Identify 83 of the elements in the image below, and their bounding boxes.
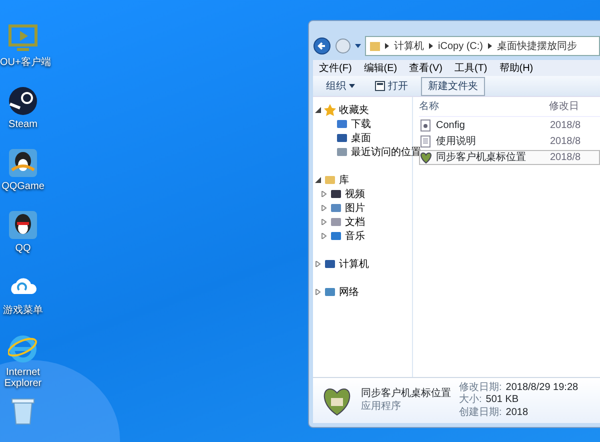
nav-item[interactable]: 下载 (351, 116, 371, 132)
penguin-game-icon[interactable] (8, 148, 38, 178)
expanded-arrow-icon[interactable] (315, 177, 321, 183)
details-label: 大小: (459, 394, 482, 406)
menu-item[interactable]: 文件(F) (319, 60, 352, 76)
file-row[interactable]: 使用说明 2018/8 (419, 134, 600, 149)
heart-app-icon (420, 151, 432, 164)
nav-item[interactable]: 网络 (339, 284, 359, 300)
menu-item[interactable]: 编辑(E) (364, 60, 398, 76)
details-name: 同步客户机桌标位置 (361, 388, 451, 400)
nav-item[interactable]: 视频 (345, 186, 365, 202)
collapsed-arrow-icon[interactable] (315, 261, 321, 267)
collapsed-arrow-icon[interactable] (321, 205, 327, 211)
column-header[interactable]: 修改日 (549, 99, 579, 114)
folder-icon (324, 258, 336, 270)
penguin-icon[interactable] (8, 210, 38, 240)
column-header[interactable]: 名称 (419, 99, 549, 114)
chevron-icon (488, 43, 492, 49)
icon-label: QQGame (2, 181, 44, 192)
nav-item[interactable]: 收藏夹 (339, 102, 369, 118)
file-row[interactable]: Config 2018/8 (419, 118, 600, 133)
file-date: 2018/8 (550, 119, 581, 133)
nav-item[interactable]: 图片 (345, 200, 365, 216)
file-name: 同步客户机桌标位置 (436, 150, 526, 165)
browser-e-icon[interactable] (8, 334, 38, 364)
icon-label: QQ (15, 243, 31, 254)
details-type: 应用程序 (361, 400, 402, 413)
folder-icon (336, 118, 348, 130)
file-name: 使用说明 (436, 135, 476, 149)
heart-app-icon (321, 386, 353, 416)
details-value: 501 KB (486, 394, 519, 406)
details-value: 2018 (506, 406, 528, 418)
nav-item[interactable]: 最近访问的位置 (351, 144, 421, 160)
file-date: 2018/8 (550, 151, 581, 165)
folder-icon (330, 188, 342, 200)
icon-label: 游戏菜单 (3, 305, 43, 316)
icon-label: Steam (8, 119, 38, 130)
folder-icon (370, 40, 380, 52)
folder-icon (330, 202, 342, 214)
breadcrumb-item[interactable]: iCopy (C:) (438, 38, 484, 54)
collapsed-arrow-icon[interactable] (321, 219, 327, 225)
breadcrumb-item[interactable]: 计算机 (394, 38, 424, 54)
folder-icon (336, 132, 348, 144)
file-icon (420, 119, 432, 132)
folder-icon (330, 216, 342, 228)
icon-label: Internet Explorer (3, 367, 43, 389)
folder-icon (330, 230, 342, 242)
nav-item[interactable]: 计算机 (339, 256, 369, 272)
expanded-arrow-icon[interactable] (315, 107, 321, 113)
menu-item[interactable]: 工具(T) (454, 60, 488, 76)
steam-logo-icon[interactable] (8, 86, 38, 116)
file-icon (420, 135, 432, 148)
details-label: 创建日期: (459, 406, 502, 418)
toolbar-button[interactable]: 打开 (368, 76, 415, 96)
chevron-icon (429, 43, 433, 49)
nav-item[interactable]: 桌面 (351, 130, 371, 146)
address-bar[interactable]: 计算机 iCopy (C:) 桌面快捷摆放同步 (365, 36, 600, 56)
folder-icon (324, 174, 336, 186)
collapsed-arrow-icon[interactable] (321, 191, 327, 197)
toolbar-button[interactable]: 新建文件夹 (421, 76, 485, 96)
chevron-icon (385, 43, 389, 49)
toolbar-button[interactable]: 组织 (319, 76, 362, 96)
folder-icon (324, 286, 336, 298)
collapsed-arrow-icon[interactable] (321, 233, 327, 239)
star-icon (324, 104, 336, 116)
window-icon (375, 81, 385, 91)
details-label: 修改日期: (459, 382, 502, 393)
details-value: 2018/8/29 19:28 (506, 382, 578, 393)
menu-item[interactable]: 查看(V) (409, 60, 442, 76)
dropdown-caret-icon[interactable] (355, 43, 361, 49)
caret-icon (349, 84, 355, 88)
file-name: Config (436, 119, 465, 133)
icon-label: OU+客户端 (0, 57, 51, 68)
collapsed-arrow-icon[interactable] (315, 289, 321, 295)
nav-item[interactable]: 音乐 (345, 228, 365, 244)
folder-icon (336, 146, 348, 158)
nav-item[interactable]: 库 (339, 172, 349, 188)
breadcrumb-item[interactable]: 桌面快捷摆放同步 (497, 38, 578, 54)
menu-item[interactable]: 帮助(H) (499, 60, 534, 76)
nav-item[interactable]: 文档 (345, 214, 365, 230)
file-row[interactable]: 同步客户机桌标位置 2018/8 (419, 150, 600, 165)
file-date: 2018/8 (550, 135, 581, 149)
back-button-icon[interactable] (313, 37, 331, 55)
